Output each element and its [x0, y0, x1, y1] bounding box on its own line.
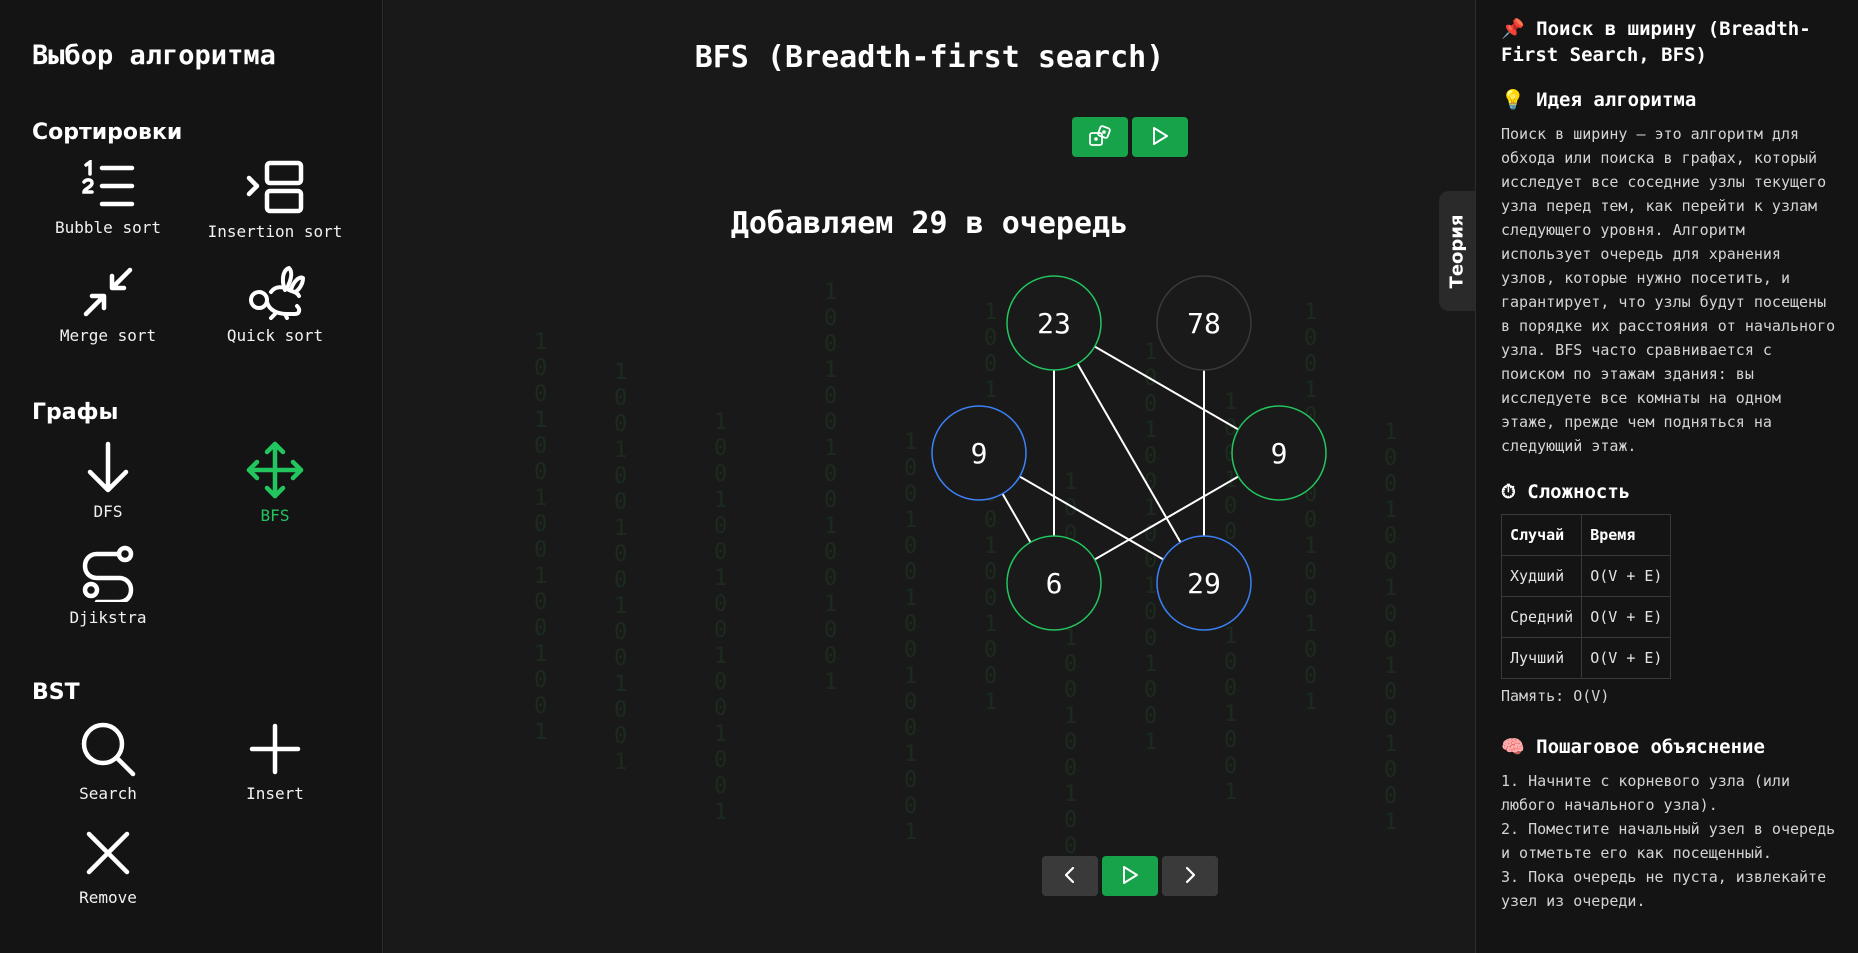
- close-icon: [23, 824, 193, 882]
- chevron-right-icon: [1182, 865, 1198, 888]
- section-graphs: Графы: [32, 400, 119, 425]
- brain-icon: 🧠: [1501, 736, 1525, 758]
- steps-list: 1. Начните с корневого узла (или любого …: [1501, 769, 1838, 913]
- sidebar-item-label: BFS: [260, 506, 290, 525]
- table-cell: Лучший: [1500, 637, 1583, 679]
- sidebar-item-bfs[interactable]: BFS: [190, 440, 360, 536]
- section-bst: BST: [32, 680, 80, 705]
- table-cell: O(V + E): [1581, 555, 1672, 597]
- table-row: Средний O(V + E): [1500, 596, 1672, 638]
- graph-node-label: 9: [971, 437, 988, 470]
- graph-node-label: 9: [1271, 437, 1288, 470]
- sidebar-item-label: Search: [79, 784, 137, 803]
- sidebar-item-label: Bubble sort: [55, 218, 161, 237]
- table-cell: O(V + E): [1581, 596, 1672, 638]
- stopwatch-icon: ⏱: [1501, 481, 1516, 503]
- steps-heading: 🧠 Пошаговое объяснение: [1501, 735, 1838, 759]
- graph-node-label: 29: [1187, 567, 1221, 600]
- arrows-minimize-icon: [23, 264, 193, 320]
- sidebar-item-merge-sort[interactable]: Merge sort: [23, 264, 193, 360]
- graph-node-label: 6: [1046, 567, 1063, 600]
- table-header-row: Случай Время: [1500, 514, 1672, 556]
- insert-row-icon: [190, 160, 360, 216]
- table-cell: O(V + E): [1581, 637, 1672, 679]
- graph-node-label: 23: [1037, 307, 1071, 340]
- sidebar-item-label: Insertion sort: [207, 222, 343, 241]
- sidebar-item-label: Insert: [246, 784, 304, 803]
- list-item: 2. Поместите начальный узел в очередь и …: [1501, 820, 1836, 862]
- complexity-table: Случай Время Худший O(V + E) Средний O(V…: [1500, 514, 1672, 679]
- sidebar-item-insert[interactable]: Insert: [190, 720, 360, 816]
- lightbulb-icon: 💡: [1501, 89, 1525, 111]
- sidebar-item-quick-sort[interactable]: Quick sort: [190, 264, 360, 360]
- list-item: 1. Начните с корневого узла (или любого …: [1501, 772, 1790, 814]
- algorithm-sidebar: Выбор алгоритма Сортировки Bubble sort I…: [0, 0, 383, 953]
- sidebar-item-search[interactable]: Search: [23, 720, 193, 816]
- play-button[interactable]: [1102, 856, 1158, 896]
- arrows-move-icon: [190, 440, 360, 500]
- sidebar-item-insertion-sort[interactable]: Insertion sort: [190, 160, 360, 256]
- idea-heading-text: Идея алгоритма: [1536, 89, 1697, 111]
- theory-panel: 📌 Поиск в ширину (Breadth-First Search, …: [1475, 0, 1858, 953]
- complexity-heading: ⏱ Сложность: [1501, 480, 1838, 504]
- table-cell: Средний: [1500, 596, 1583, 638]
- table-header-cell: Случай: [1500, 514, 1583, 556]
- route-icon: [23, 544, 193, 602]
- numbered-list-icon: [23, 160, 193, 212]
- pushpin-icon: 📌: [1501, 18, 1525, 40]
- sidebar-item-dfs[interactable]: DFS: [23, 440, 193, 536]
- sidebar-item-label: Djikstra: [69, 608, 147, 627]
- play-icon: [1120, 864, 1140, 889]
- steps-heading-text: Пошаговое объяснение: [1536, 736, 1765, 758]
- idea-text: Поиск в ширину — это алгоритм для обхода…: [1501, 125, 1836, 455]
- complexity-heading-text: Сложность: [1527, 481, 1631, 503]
- search-icon: [23, 720, 193, 778]
- sidebar-item-label: Quick sort: [226, 326, 324, 345]
- sidebar-item-dijkstra[interactable]: Djikstra: [23, 544, 193, 640]
- sidebar-title: Выбор алгоритма: [32, 40, 276, 71]
- visualization-area: 1 0 0 1 0 0 1 0 0 1 0 0 1 0 0 1 1 0 0 1 …: [384, 0, 1475, 953]
- sidebar-item-remove[interactable]: Remove: [23, 824, 193, 920]
- plus-icon: [190, 720, 360, 778]
- table-header-cell: Время: [1581, 514, 1672, 556]
- chevron-left-icon: [1062, 865, 1078, 888]
- step-back-button[interactable]: [1042, 856, 1098, 896]
- sidebar-item-label: Merge sort: [59, 326, 157, 345]
- theory-title: 📌 Поиск в ширину (Breadth-First Search, …: [1501, 16, 1838, 68]
- sidebar-item-label: DFS: [93, 502, 123, 521]
- arrow-down-icon: [23, 440, 193, 496]
- sidebar-item-label: Remove: [79, 888, 137, 907]
- idea-heading: 💡 Идея алгоритма: [1501, 88, 1838, 112]
- table-row: Лучший O(V + E): [1500, 637, 1672, 679]
- section-sorting: Сортировки: [32, 120, 183, 145]
- table-cell: Худший: [1500, 555, 1583, 597]
- rabbit-icon: [190, 264, 360, 320]
- theory-tab-label: Теория: [1446, 214, 1468, 288]
- theory-title-text: Поиск в ширину (Breadth-First Search, BF…: [1501, 18, 1811, 66]
- step-forward-button[interactable]: [1162, 856, 1218, 896]
- list-item: 3. Пока очередь не пуста, извлекайте узе…: [1501, 868, 1827, 910]
- theory-tab[interactable]: Теория: [1439, 191, 1475, 311]
- graph-canvas: 23 78 9 9 6 29: [931, 275, 1327, 631]
- table-row: Худший O(V + E): [1500, 555, 1672, 597]
- graph-node-label: 78: [1187, 307, 1221, 340]
- memory-complexity: Память: O(V): [1501, 687, 1610, 705]
- sidebar-item-bubble-sort[interactable]: Bubble sort: [23, 160, 193, 256]
